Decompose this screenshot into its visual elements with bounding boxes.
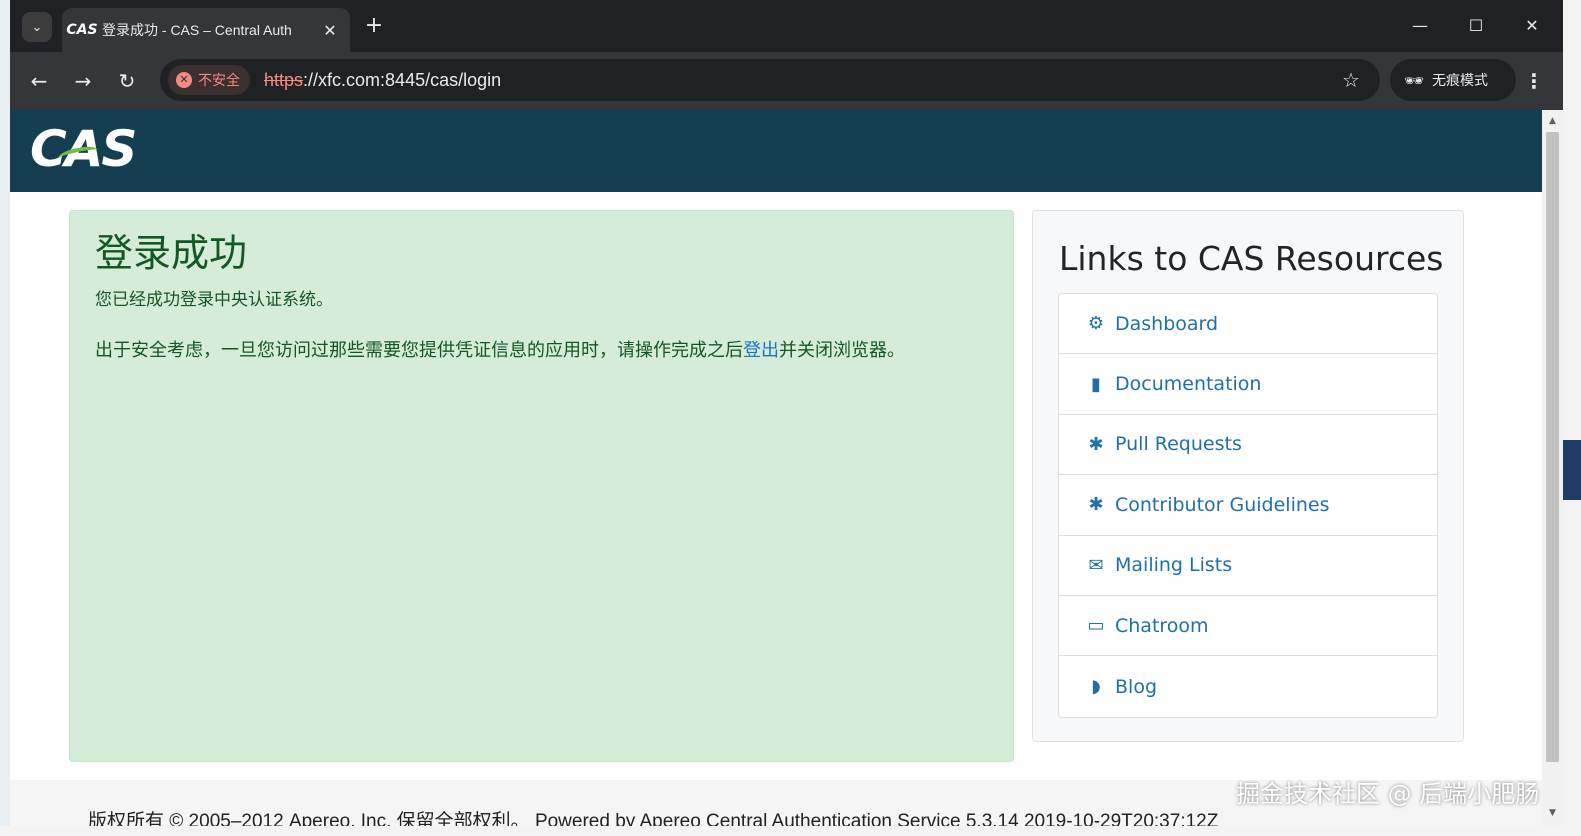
gears-icon: ⚙ [1087,313,1105,335]
minimize-button[interactable]: — [1400,10,1440,42]
cas-header: CAS [10,110,1542,192]
resources-title: Links to CAS Resources [1059,239,1444,278]
desktop-edge-bottom [0,826,1581,836]
resources-card: Links to CAS Resources ⚙ Dashboard ▮ Doc… [1032,210,1464,742]
link-label: Documentation [1115,373,1262,396]
link-pull-requests[interactable]: ✱ Pull Requests [1059,415,1437,476]
address-bar[interactable]: ✕ 不安全 https://xfc.com:8445/cas/login ☆ [160,59,1380,101]
advice-text-before: 出于安全考虑，一旦您访问过那些需要您提供凭证信息的应用时，请操作完成之后 [95,340,743,361]
success-title: 登录成功 [95,231,248,275]
tab-close-icon[interactable]: ✕ [320,21,340,40]
link-chatroom[interactable]: ▭ Chatroom [1059,596,1437,657]
watermark: 掘金技术社区 @ 后端小肥肠 [1236,780,1540,808]
maximize-button[interactable]: ☐ [1456,10,1496,42]
bug-icon: ✱ [1088,494,1104,516]
security-label: 不安全 [198,73,240,89]
desktop-edge [0,0,10,836]
vertical-scrollbar[interactable]: ▲ ▼ [1542,110,1563,826]
tab-strip: ⌄ CAS 登录成功 - CAS – Central Auth ✕ + — ☐ … [10,0,1563,52]
bug-icon: ✱ [1088,433,1104,455]
security-chip[interactable]: ✕ 不安全 [168,65,250,95]
link-contributor-guidelines[interactable]: ✱ Contributor Guidelines [1059,475,1437,536]
scroll-down-icon[interactable]: ▼ [1542,804,1563,822]
desktop-edge-right [1563,0,1581,836]
incognito-indicator[interactable]: 🕶 无痕模式 [1390,59,1516,101]
incognito-icon: 🕶 [1404,70,1425,90]
file-icon: ▮ [1091,373,1101,395]
chevron-down-icon: ⌄ [31,19,43,35]
logout-link[interactable]: 登出 [743,340,779,361]
back-button[interactable]: ← [24,66,54,96]
rss-icon: ◗ [1091,676,1101,698]
link-blog[interactable]: ◗ Blog [1059,656,1437,716]
tab-active[interactable]: CAS 登录成功 - CAS – Central Auth ✕ [62,8,350,52]
link-label: Mailing Lists [1115,554,1233,577]
link-label: Chatroom [1115,614,1209,637]
cas-favicon-icon: CAS [66,22,98,38]
comment-icon: ▭ [1087,615,1105,637]
window-close-button[interactable]: ✕ [1512,10,1552,42]
incognito-label: 无痕模式 [1432,73,1488,89]
link-label: Dashboard [1115,312,1219,335]
browser-window: ⌄ CAS 登录成功 - CAS – Central Auth ✕ + — ☐ … [10,0,1563,826]
page-viewport: CAS 登录成功 您已经成功登录中央认证系统。 出于安全考虑，一旦您访问过那些需… [10,110,1563,826]
security-advice: 出于安全考虑，一旦您访问过那些需要您提供凭证信息的应用时，请操作完成之后登出并关… [95,336,988,362]
browser-toolbar: ← → ↻ ✕ 不安全 https://xfc.com:8445/cas/log… [10,52,1563,110]
bookmark-star-icon[interactable]: ☆ [1336,65,1366,95]
forward-button[interactable]: → [68,66,98,96]
tab-search-button[interactable]: ⌄ [22,12,52,42]
advice-text-after: 并关闭浏览器。 [779,340,905,361]
tab-title: 登录成功 - CAS – Central Auth [102,22,292,38]
scroll-up-icon[interactable]: ▲ [1542,112,1563,130]
link-label: Blog [1115,675,1157,698]
envelope-icon: ✉ [1088,554,1104,576]
link-mailing-lists[interactable]: ✉ Mailing Lists [1059,536,1437,596]
link-dashboard[interactable]: ⚙ Dashboard [1059,294,1437,355]
url-rest: ://xfc.com:8445/cas/login [303,70,502,90]
link-label: Contributor Guidelines [1115,493,1330,516]
resources-list: ⚙ Dashboard ▮ Documentation ✱ Pull Reque… [1058,293,1438,718]
success-message: 您已经成功登录中央认证系统。 [95,290,333,310]
more-menu-icon[interactable]: ⋮ [1520,66,1548,96]
url-text[interactable]: https://xfc.com:8445/cas/login [264,59,501,101]
success-panel: 登录成功 您已经成功登录中央认证系统。 出于安全考虑，一旦您访问过那些需要您提供… [69,210,1014,762]
new-tab-button[interactable]: + [362,14,386,38]
url-scheme: https [264,70,304,90]
link-label: Pull Requests [1115,433,1242,456]
warning-icon: ✕ [176,72,192,88]
scroll-thumb[interactable] [1546,132,1559,762]
reload-button[interactable]: ↻ [112,66,142,96]
link-documentation[interactable]: ▮ Documentation [1059,354,1437,415]
footer-copyright: 版权所有 © 2005–2012 Apereo, Inc. 保留全部权利。 Po… [88,811,1219,826]
